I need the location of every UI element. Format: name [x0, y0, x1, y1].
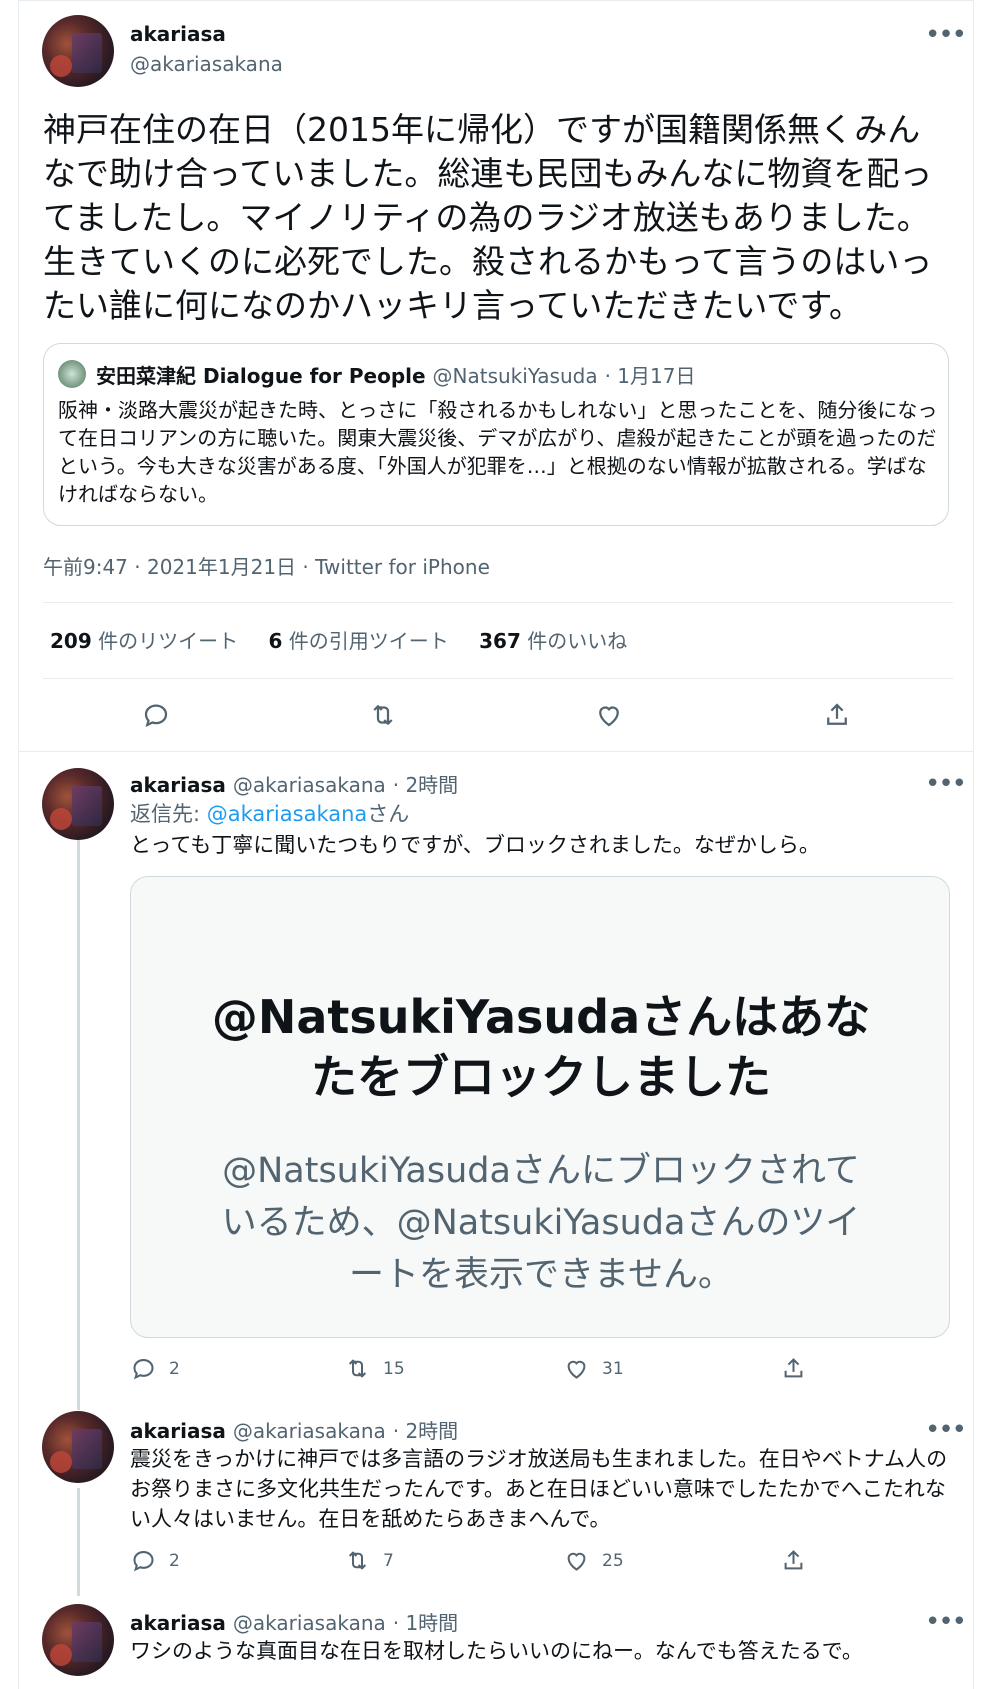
quote-stat[interactable]: 6 件の引用ツイート [268, 625, 448, 654]
more-dots-icon[interactable]: ••• [925, 771, 967, 797]
like-count: 25 [602, 1550, 624, 1571]
quoted-avatar [58, 360, 86, 388]
retweet-stat[interactable]: 209 件のリツイート [50, 625, 238, 654]
reply-to-prefix: 返信先: [130, 802, 207, 826]
divider [18, 751, 974, 752]
quoted-author-name: 安田菜津紀 Dialogue for People [96, 364, 426, 388]
reply-author-name: akariasa [130, 773, 226, 797]
retweet-button[interactable]: 15 [344, 1355, 405, 1382]
like-button[interactable]: 31 [563, 1355, 624, 1382]
quoted-date: · 1月17日 [604, 364, 696, 388]
more-dots-icon[interactable]: ••• [925, 1417, 967, 1443]
quote-count: 6 [268, 629, 283, 653]
quoted-author-handle: @NatsukiYasuda [432, 364, 598, 388]
author-handle[interactable]: @akariasakana [130, 52, 283, 76]
author-handle: @akariasakana [232, 773, 386, 797]
retweet-count: 7 [383, 1550, 394, 1571]
reply-author-name: akariasa [130, 1419, 226, 1443]
like-count: 367 [479, 629, 521, 653]
avatar[interactable] [42, 1604, 114, 1676]
timestamp[interactable]: · 2時間 [393, 1419, 458, 1443]
reply-bubble-icon [133, 1359, 154, 1380]
retweet-count: 209 [50, 629, 92, 653]
share-button[interactable] [780, 1355, 819, 1382]
author-name[interactable]: akariasa @akariasakana · 2時間 [130, 769, 458, 798]
retweet-stat-label: 件のリツイート [98, 629, 239, 653]
tweet-stats: 209 件のリツイート 6 件の引用ツイート 367 件のいいね [50, 625, 651, 654]
reply-button[interactable]: 2 [130, 1355, 180, 1382]
timestamp[interactable]: · 1時間 [393, 1611, 458, 1635]
heart-icon [567, 1552, 586, 1571]
like-button[interactable]: 25 [563, 1547, 624, 1574]
reply-to-suffix: さん [367, 802, 410, 826]
timestamp[interactable]: · 2時間 [393, 773, 458, 797]
retweet-icon[interactable] [368, 700, 398, 730]
quoted-tweet[interactable]: 安田菜津紀 Dialogue for People @NatsukiYasuda… [43, 343, 949, 526]
divider [43, 678, 953, 679]
reply-button[interactable]: 2 [130, 1547, 180, 1574]
blocked-title: @NatsukiYasudaさんはあなたをブロックしました [211, 990, 871, 1104]
share-icon [784, 1358, 803, 1378]
like-stat-label: 件のいいね [527, 629, 628, 653]
tweet-text: とっても丁寧に聞いたつもりですが、ブロックされました。なぜかしら。 [130, 833, 820, 857]
thread-line [77, 818, 80, 1410]
blocked-card: @NatsukiYasudaさんはあなたをブロックしました @NatsukiYa… [130, 876, 950, 1338]
reply-author-name: akariasa [130, 1611, 226, 1635]
tweet-text: ワシのような真面目な在日を取材したらいいのにねー。なんでも答えたるで。 [130, 1639, 863, 1663]
tweet-text: 神戸在住の在日（2015年に帰化）ですが国籍関係無くみんなで助け合っていました。… [43, 110, 933, 325]
like-stat[interactable]: 367 件のいいね [479, 625, 627, 654]
author-handle: @akariasakana [232, 1611, 386, 1635]
avatar[interactable] [42, 768, 114, 840]
heart-icon[interactable] [594, 700, 624, 730]
avatar[interactable] [42, 1411, 114, 1483]
quoted-text: 阪神・淡路大震災が起きた時、とっさに「殺されるかもしれない」と思ったことを、随分… [58, 398, 938, 506]
reply-count: 2 [169, 1550, 180, 1571]
author-name[interactable]: akariasa @akariasakana · 1時間 [130, 1607, 458, 1636]
reply-bubble-icon [133, 1551, 154, 1572]
share-icon[interactable] [822, 700, 852, 730]
reply-count: 2 [169, 1358, 180, 1379]
retweet-button[interactable]: 7 [344, 1547, 394, 1574]
avatar[interactable] [42, 15, 114, 87]
author-name[interactable]: akariasa @akariasakana · 2時間 [130, 1415, 458, 1444]
author-name[interactable]: akariasa [130, 22, 226, 46]
blocked-message: @NatsukiYasudaさんにブロックされているため、@NatsukiYas… [221, 1151, 861, 1295]
retweet-icon [348, 1551, 367, 1570]
reply-to-link[interactable]: @akariasakana [207, 802, 368, 826]
heart-icon [567, 1360, 586, 1379]
tweet-text: 震災をきっかけに神戸では多言語のラジオ放送局も生まれました。在日やベトナム人のお… [130, 1447, 948, 1531]
quoted-author: 安田菜津紀 Dialogue for People @NatsukiYasuda… [96, 360, 695, 389]
retweet-count: 15 [383, 1358, 405, 1379]
thread-line [77, 1488, 80, 1596]
retweet-icon [348, 1359, 367, 1378]
reply-to-line: 返信先: @akariasakanaさん [130, 799, 950, 829]
share-button[interactable] [780, 1547, 819, 1574]
reply-bubble-icon[interactable] [141, 700, 171, 730]
more-dots-icon[interactable]: ••• [925, 1609, 967, 1635]
tweet-meta[interactable]: 午前9:47 · 2021年1月21日 · Twitter for iPhone [43, 551, 490, 580]
like-count: 31 [602, 1358, 624, 1379]
more-dots-icon[interactable]: ••• [925, 22, 967, 48]
author-handle: @akariasakana [232, 1419, 386, 1443]
divider [43, 602, 953, 603]
quote-stat-label: 件の引用ツイート [288, 629, 449, 653]
share-icon [784, 1550, 803, 1570]
